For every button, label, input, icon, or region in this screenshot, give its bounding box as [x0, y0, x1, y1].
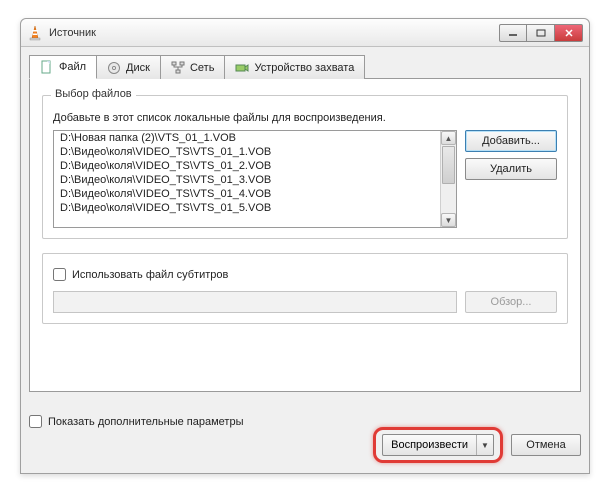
dialog-footer: Воспроизвести ▼ Отмена	[373, 427, 581, 463]
tab-label: Сеть	[190, 62, 214, 74]
browse-button: Обзор...	[465, 291, 557, 313]
highlight-annotation: Воспроизвести ▼	[373, 427, 503, 463]
minimize-button[interactable]	[499, 24, 527, 42]
checkbox-label: Показать дополнительные параметры	[48, 416, 243, 428]
scroll-down-icon[interactable]: ▼	[441, 213, 456, 227]
checkbox-input[interactable]	[53, 268, 66, 281]
list-item[interactable]: D:\Видео\коля\VIDEO_TS\VTS_01_3.VOB	[54, 173, 440, 187]
play-split-button[interactable]: Воспроизвести ▼	[382, 434, 494, 456]
tab-disc[interactable]: Диск	[96, 55, 161, 79]
tab-capture[interactable]: Устройство захвата	[224, 55, 365, 79]
tab-label: Файл	[59, 61, 86, 73]
titlebar[interactable]: Источник	[21, 19, 589, 47]
group-legend: Выбор файлов	[51, 88, 136, 100]
show-more-options-checkbox[interactable]: Показать дополнительные параметры	[29, 415, 243, 428]
tab-label: Диск	[126, 62, 150, 74]
tab-panel-file: Выбор файлов Добавьте в этот список лока…	[29, 78, 581, 392]
close-button[interactable]	[555, 24, 583, 42]
chevron-down-icon[interactable]: ▼	[477, 441, 493, 450]
capture-icon	[235, 61, 249, 75]
list-item[interactable]: D:\Видео\коля\VIDEO_TS\VTS_01_1.VOB	[54, 145, 440, 159]
file-selection-group: Выбор файлов Добавьте в этот список лока…	[42, 95, 568, 239]
group-hint: Добавьте в этот список локальные файлы д…	[53, 112, 557, 124]
checkbox-input[interactable]	[29, 415, 42, 428]
play-button-label[interactable]: Воспроизвести	[383, 435, 477, 455]
use-subtitles-checkbox[interactable]: Использовать файл субтитров	[53, 268, 557, 281]
file-icon	[40, 60, 54, 74]
cancel-button[interactable]: Отмена	[511, 434, 581, 456]
checkbox-label: Использовать файл субтитров	[72, 269, 228, 281]
disc-icon	[107, 61, 121, 75]
tabstrip: Файл Диск Сеть Устройство захвата	[29, 55, 581, 79]
network-icon	[171, 61, 185, 75]
list-item[interactable]: D:\Видео\коля\VIDEO_TS\VTS_01_2.VOB	[54, 159, 440, 173]
vlc-cone-icon	[27, 25, 43, 41]
content-area: Файл Диск Сеть Устройство захвата Выбор …	[29, 55, 581, 463]
subtitle-path-field	[53, 291, 457, 313]
list-item[interactable]: D:\Видео\коля\VIDEO_TS\VTS_01_5.VOB	[54, 201, 440, 215]
tab-file[interactable]: Файл	[29, 55, 97, 79]
maximize-button[interactable]	[527, 24, 555, 42]
scroll-thumb[interactable]	[442, 146, 455, 184]
scrollbar[interactable]: ▲ ▼	[440, 131, 456, 227]
remove-button[interactable]: Удалить	[465, 158, 557, 180]
file-list[interactable]: D:\Новая папка (2)\VTS_01_1.VOB D:\Видео…	[53, 130, 457, 228]
list-item[interactable]: D:\Новая папка (2)\VTS_01_1.VOB	[54, 131, 440, 145]
add-button[interactable]: Добавить...	[465, 130, 557, 152]
window-title: Источник	[49, 27, 499, 39]
scroll-up-icon[interactable]: ▲	[441, 131, 456, 145]
dialog-window: Источник Файл Диск Сеть Устройство захва	[20, 18, 590, 474]
tab-network[interactable]: Сеть	[160, 55, 225, 79]
tab-label: Устройство захвата	[254, 62, 354, 74]
list-item[interactable]: D:\Видео\коля\VIDEO_TS\VTS_01_4.VOB	[54, 187, 440, 201]
subtitles-group: Использовать файл субтитров Обзор...	[42, 253, 568, 324]
